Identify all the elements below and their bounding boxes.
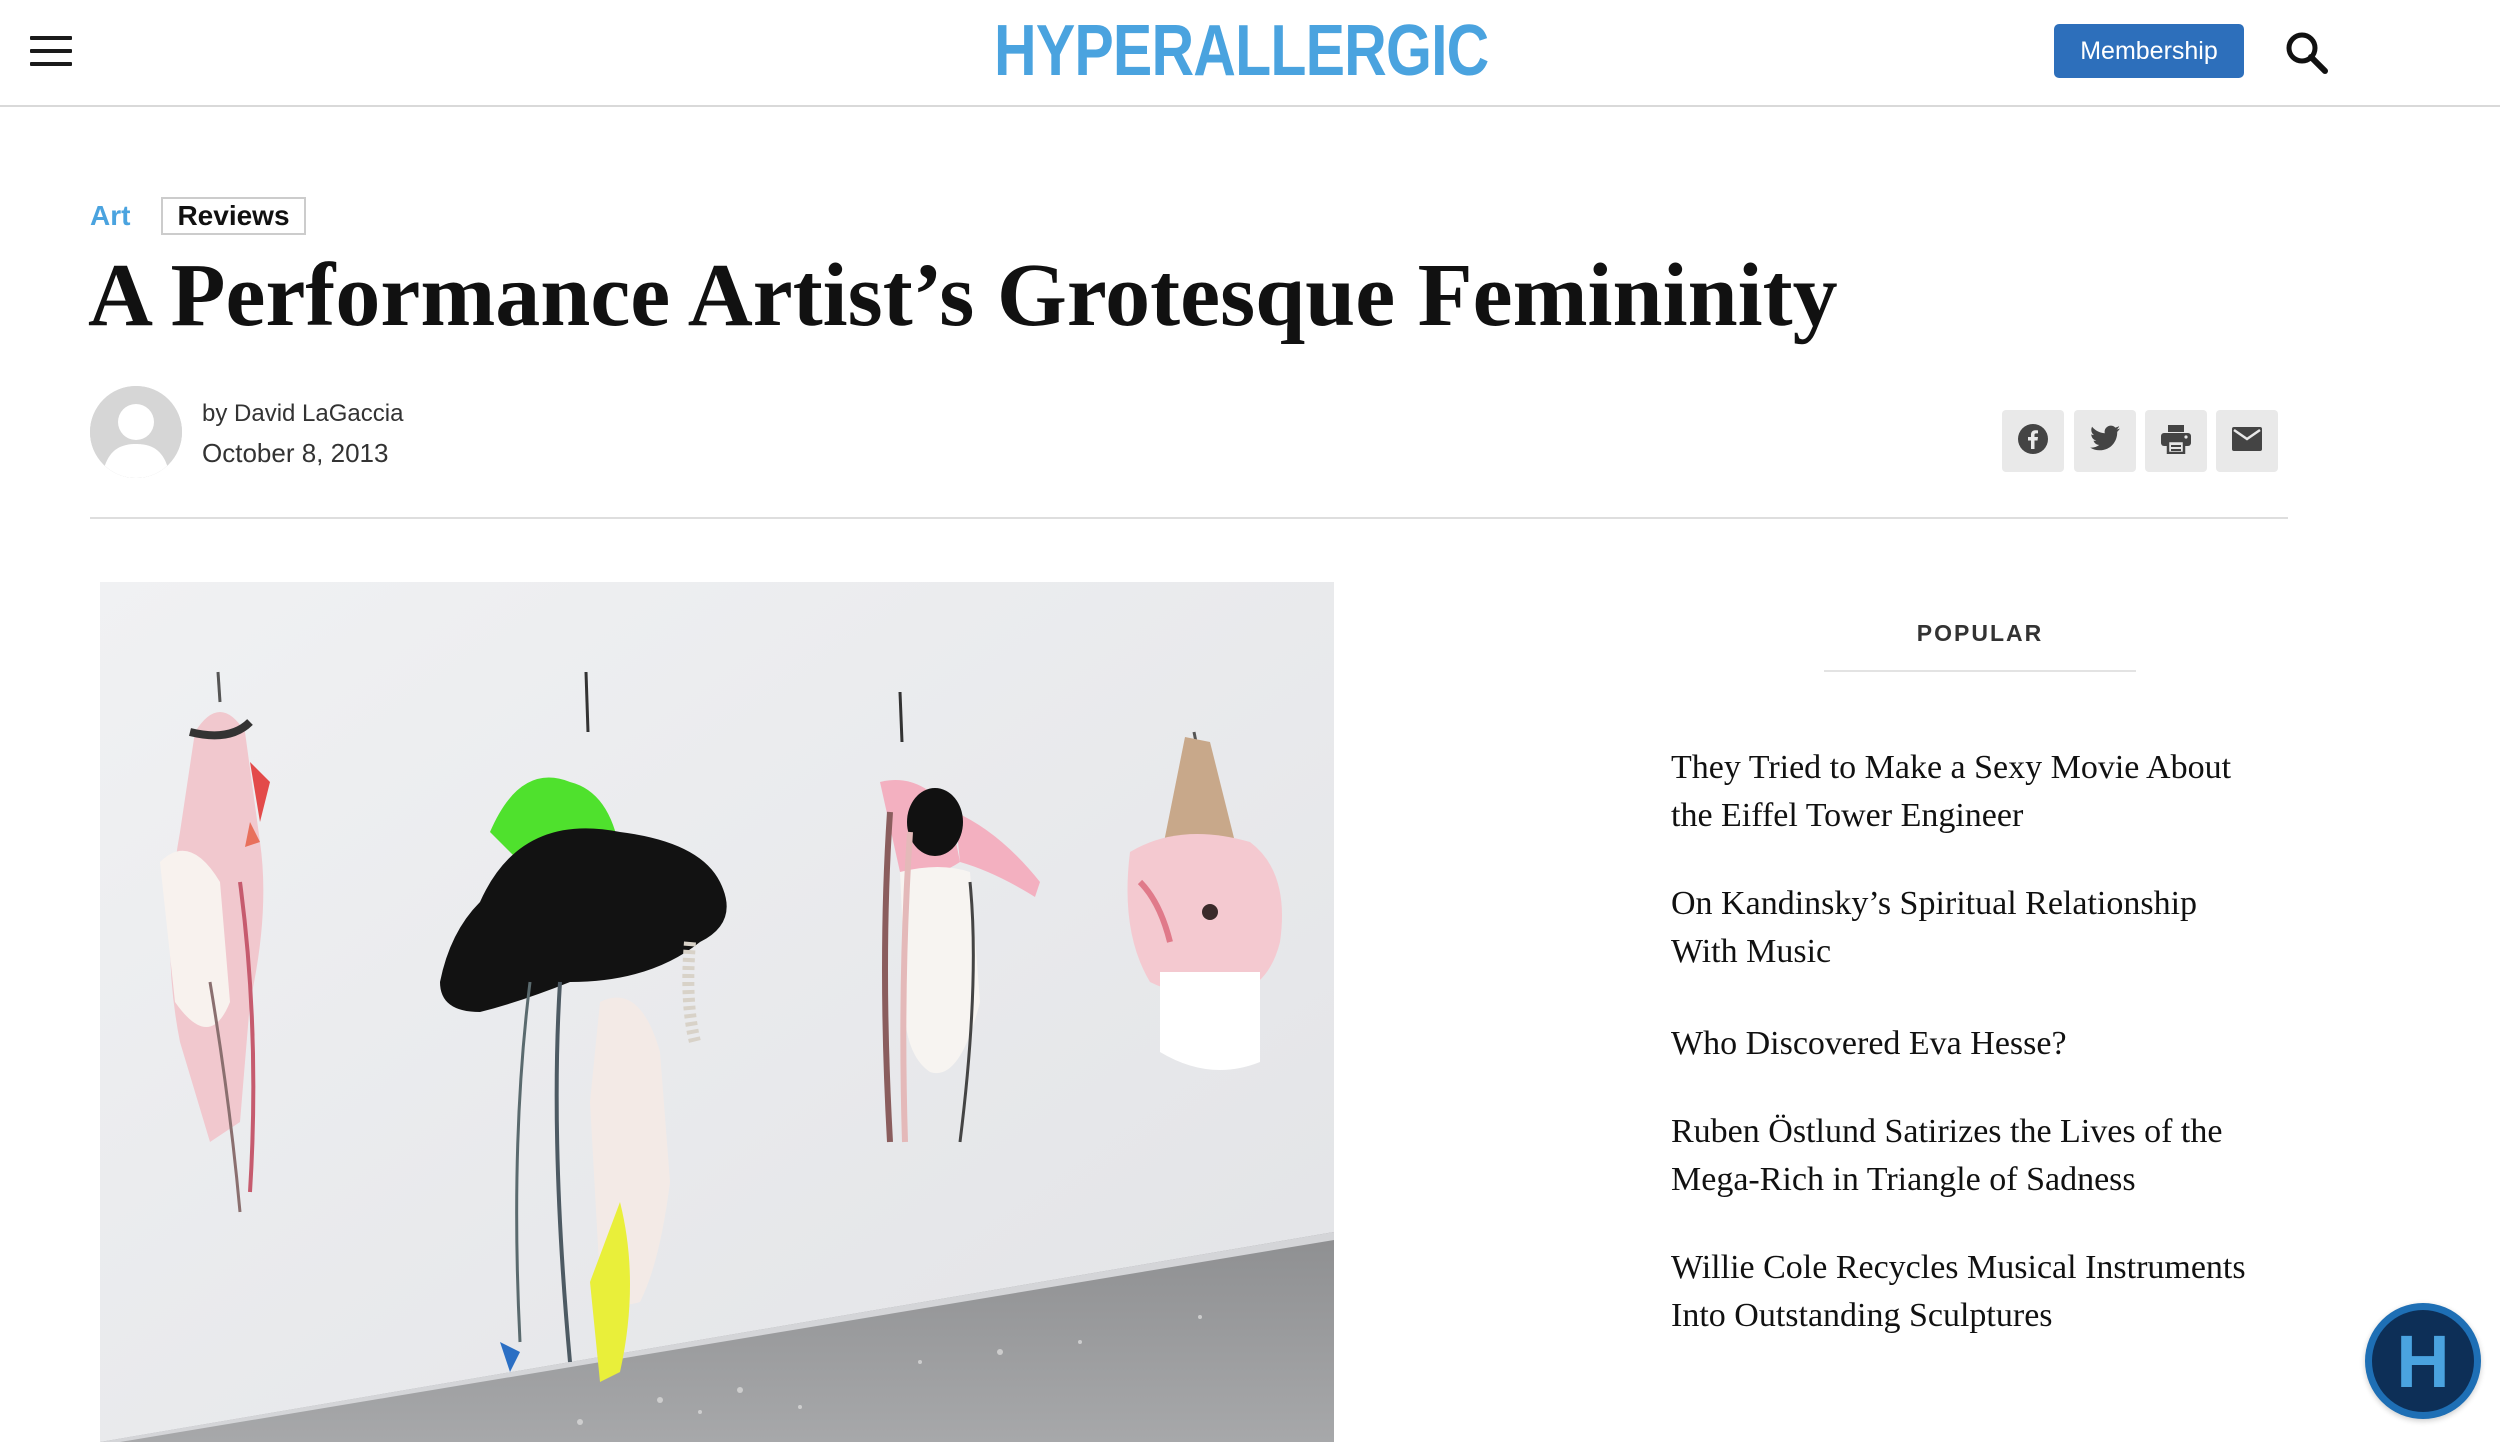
facebook-icon: [2017, 423, 2049, 460]
email-icon: [2231, 426, 2263, 457]
popular-item[interactable]: Willie Cole Recycles Musical Instruments…: [1671, 1244, 2291, 1340]
popular-item[interactable]: They Tried to Make a Sexy Movie About th…: [1671, 744, 2291, 840]
author-avatar[interactable]: [90, 386, 182, 478]
email-share-button[interactable]: [2216, 410, 2278, 472]
category-tags: Art Reviews: [90, 196, 306, 236]
author-link[interactable]: David LaGaccia: [234, 400, 403, 427]
popular-item[interactable]: Ruben Östlund Satirizes the Lives of the…: [1671, 1108, 2291, 1204]
hamburger-menu-icon[interactable]: [30, 36, 74, 66]
category-reviews-link[interactable]: Reviews: [161, 197, 306, 235]
popular-heading: POPULAR: [1916, 620, 2044, 646]
search-icon[interactable]: [2284, 30, 2330, 76]
popular-item[interactable]: Who Discovered Eva Hesse?: [1671, 1020, 2291, 1068]
header-divider: [90, 517, 2288, 519]
popular-item-line: They Tried to Make a Sexy Movie About: [1671, 749, 2232, 786]
popular-item-line: On Kandinsky’s Spiritual Relationship: [1671, 885, 2198, 922]
popular-item-line: Who Discovered Eva Hesse?: [1671, 1025, 2067, 1062]
twitter-share-button[interactable]: [2074, 410, 2136, 472]
membership-button[interactable]: Membership: [2054, 24, 2244, 78]
hyperallergic-floating-button[interactable]: H: [2365, 1303, 2481, 1419]
popular-item-line: Mega-Rich in Triangle of Sadness: [1671, 1161, 2136, 1198]
fab-label: H: [2372, 1310, 2474, 1412]
popular-item-line: the Eiffel Tower Engineer: [1671, 797, 2024, 834]
byline: by David LaGaccia: [202, 400, 403, 428]
byline-prefix: by: [202, 400, 228, 427]
popular-item-line: Into Outstanding Sculptures: [1671, 1297, 2053, 1334]
facebook-share-button[interactable]: [2002, 410, 2064, 472]
popular-divider: [1824, 670, 2136, 672]
site-header: HYPERALLERGIC Membership: [0, 0, 2500, 107]
popular-item-line: With Music: [1671, 933, 1832, 970]
article-hero-image[interactable]: [100, 582, 1334, 1442]
category-art-link[interactable]: Art: [90, 200, 130, 232]
popular-item-line: Ruben Östlund Satirizes the Lives of the: [1671, 1113, 2223, 1150]
popular-item[interactable]: On Kandinsky’s Spiritual Relationship Wi…: [1671, 880, 2291, 976]
print-button[interactable]: [2145, 410, 2207, 472]
print-icon: [2160, 424, 2192, 459]
article-title: A Performance Artist’s Grotesque Feminin…: [88, 246, 1838, 345]
site-logo[interactable]: HYPERALLERGIC: [994, 6, 1489, 96]
publish-date: October 8, 2013: [202, 438, 389, 468]
twitter-icon: [2089, 425, 2121, 458]
popular-item-line: Willie Cole Recycles Musical Instruments: [1671, 1249, 2246, 1286]
